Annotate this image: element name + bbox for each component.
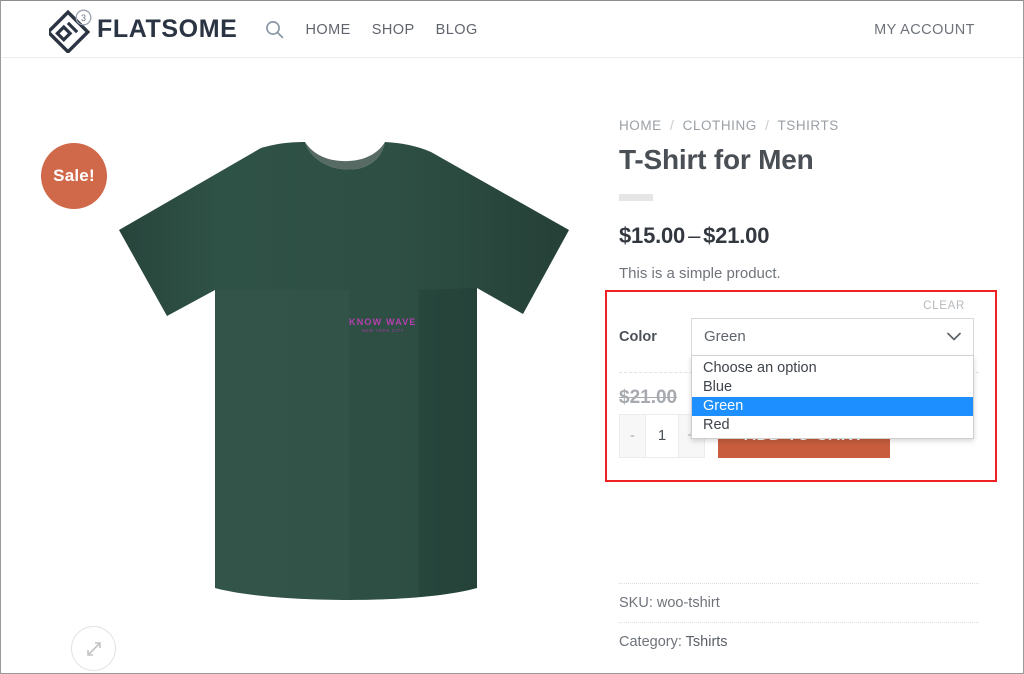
category-link[interactable]: Tshirts	[686, 634, 728, 650]
option-green[interactable]: Green	[692, 396, 973, 416]
expand-icon[interactable]	[71, 626, 116, 671]
site-logo[interactable]: 3 FLATSOME	[49, 7, 237, 53]
breadcrumb-item-tshirts[interactable]: TSHIRTS	[777, 118, 838, 133]
category-line: Category: Tshirts	[619, 622, 979, 661]
product-price-range: $15.00– $21.00	[619, 223, 979, 249]
header-account-area: MY ACCOUNT	[874, 21, 975, 39]
nav-item-home[interactable]: HOME	[305, 22, 350, 38]
option-blue[interactable]: Blue	[692, 378, 973, 397]
main-navigation: HOME SHOP BLOG	[264, 20, 477, 40]
sale-badge: Sale!	[41, 143, 107, 209]
option-red[interactable]: Red	[692, 416, 973, 435]
browser-viewport: 3 FLATSOME HOME SHOP BLOG MY ACCOUNT Sal…	[0, 0, 1024, 674]
color-select-value: Green	[704, 328, 746, 346]
breadcrumb-item-clothing[interactable]: CLOTHING	[683, 118, 757, 133]
color-attribute-label: Color	[619, 328, 657, 345]
variation-form: CLEAR Color Green Choose an option Blue …	[605, 289, 997, 482]
clear-selection-link[interactable]: CLEAR	[923, 300, 965, 312]
breadcrumb: HOME / CLOTHING / TSHIRTS	[619, 118, 979, 133]
nav-item-my-account[interactable]: MY ACCOUNT	[874, 22, 975, 38]
flatsome-diamond-icon: 3	[49, 7, 95, 53]
product-gallery: Sale! KNOW WAVE NEW YORK CITY	[41, 118, 589, 671]
chevron-down-icon	[947, 332, 961, 341]
product-page-body: Sale! KNOW WAVE NEW YORK CITY HOME / CLO…	[2, 58, 1023, 673]
color-select-shell: Green Choose an option Blue Green Red	[691, 317, 974, 439]
variation-row-color: Color Green Choose an option Blue Green …	[619, 317, 979, 439]
price-dash: –	[688, 222, 701, 248]
tshirt-illustration	[119, 142, 569, 600]
nav-item-shop[interactable]: SHOP	[372, 22, 415, 38]
logo-wordmark: FLATSOME	[97, 15, 238, 43]
page-title: T-Shirt for Men	[619, 144, 814, 175]
clear-row: CLEAR	[619, 296, 979, 314]
breadcrumb-item-home[interactable]: HOME	[619, 118, 662, 133]
quantity-input[interactable]	[646, 413, 678, 458]
color-select-dropdown[interactable]: Choose an option Blue Green Red	[691, 355, 974, 439]
nav-item-blog[interactable]: BLOG	[436, 22, 478, 38]
price-high: $21.00	[703, 222, 770, 248]
option-choose-an-option[interactable]: Choose an option	[692, 359, 973, 378]
product-image[interactable]: KNOW WAVE NEW YORK CITY	[49, 118, 589, 618]
title-divider	[619, 193, 653, 201]
logo-badge-number: 3	[81, 13, 86, 23]
short-description: This is a simple product.	[619, 264, 781, 282]
category-label: Category:	[619, 634, 682, 650]
product-meta: SKU: woo-tshirt Category: Tshirts	[619, 583, 979, 673]
quantity-decrement-button[interactable]: -	[619, 413, 646, 458]
search-icon[interactable]	[264, 20, 284, 40]
breadcrumb-separator: /	[670, 118, 675, 133]
sku-line: SKU: woo-tshirt	[619, 583, 979, 622]
product-summary: HOME / CLOTHING / TSHIRTS T-Shirt for Me…	[605, 118, 997, 482]
site-header: 3 FLATSOME HOME SHOP BLOG MY ACCOUNT	[2, 2, 1023, 58]
price-low: $15.00	[619, 222, 686, 248]
color-select[interactable]: Green	[691, 317, 974, 356]
breadcrumb-separator: /	[765, 118, 770, 133]
